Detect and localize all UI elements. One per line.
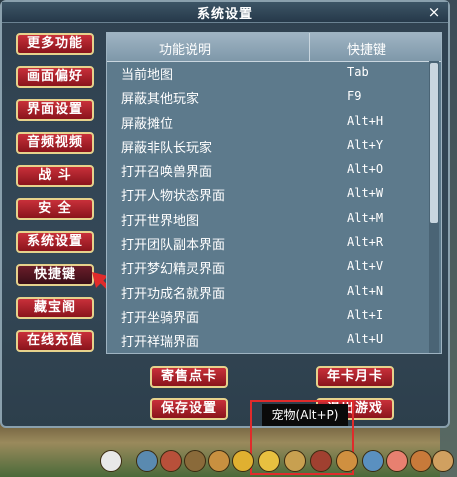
pet-face-icon[interactable]	[100, 450, 122, 472]
table-row[interactable]: 屏蔽其他玩家 F9	[107, 85, 427, 109]
table-row[interactable]: 当前地图 Tab	[107, 61, 427, 85]
sidebar-item-security[interactable]: 安 全	[16, 198, 94, 220]
table-row[interactable]: 打开世界地图 Alt+M	[107, 207, 427, 231]
function-cell: 打开世界地图	[121, 213, 200, 229]
function-cell: 打开坐骑界面	[121, 310, 200, 326]
system-settings-window: 系统设置 × 更多功能 画面偏好 界面设置 音频视频 战 斗 安 全 系统设置 …	[0, 0, 450, 428]
table-row[interactable]: 打开功成名就界面 Alt+N	[107, 280, 427, 304]
sun-icon[interactable]	[232, 450, 254, 472]
close-button[interactable]: ×	[426, 4, 442, 20]
sidebar-item-hotkeys[interactable]: 快捷键	[16, 264, 94, 286]
hotkey-table: 功能说明 快捷键 当前地图 Tab 屏蔽其他玩家 F9 屏蔽摊位 Alt+H 屏蔽非队…	[106, 32, 442, 354]
window-titlebar[interactable]: 系统设置 ×	[2, 2, 448, 23]
sword-icon[interactable]	[136, 450, 158, 472]
hotkey-cell: Alt+H	[347, 113, 384, 128]
function-cell: 打开人物状态界面	[121, 189, 226, 205]
peach-icon[interactable]	[386, 450, 408, 472]
sidebar-item-display-preference[interactable]: 画面偏好	[16, 66, 94, 88]
table-row[interactable]: 打开团队副本界面 Alt+R	[107, 231, 427, 255]
hotkey-cell: Alt+U	[347, 332, 384, 347]
chest-icon[interactable]	[160, 450, 182, 472]
table-row[interactable]: 屏蔽非队长玩家 Alt+Y	[107, 134, 427, 158]
column-header-function: 功能说明	[159, 43, 212, 58]
sidebar-item-system-settings[interactable]: 系统设置	[16, 231, 94, 253]
table-row[interactable]: 打开人物状态界面 Alt+W	[107, 182, 427, 206]
pet-icon[interactable]	[258, 450, 280, 472]
gift-icon[interactable]	[410, 450, 432, 472]
window-title: 系统设置	[196, 7, 253, 22]
hotkey-cell: Alt+N	[347, 283, 384, 298]
sidebar-item-interface-settings[interactable]: 界面设置	[16, 99, 94, 121]
hotbar	[0, 448, 457, 477]
flag-icon[interactable]	[362, 450, 384, 472]
function-cell: 打开团队副本界面	[121, 238, 226, 254]
function-cell: 当前地图	[121, 68, 174, 83]
bell-icon[interactable]	[336, 450, 358, 472]
header-divider	[309, 33, 310, 61]
function-cell: 打开祥瑞界面	[121, 335, 200, 351]
table-scrollbar[interactable]	[429, 61, 439, 353]
save-settings-button[interactable]: 保存设置	[150, 398, 228, 420]
shield-icon[interactable]	[432, 450, 454, 472]
table-row[interactable]: 打开坐骑界面 Alt+I	[107, 304, 427, 328]
hotkey-cell: Alt+I	[347, 307, 384, 322]
hotkey-cell: Alt+O	[347, 162, 384, 177]
hotkey-cell: Alt+Y	[347, 137, 384, 152]
fist-icon[interactable]	[208, 450, 230, 472]
sidebar-item-more-functions[interactable]: 更多功能	[16, 33, 94, 55]
consign-card-button[interactable]: 寄售点卡	[150, 366, 228, 388]
scrollbar-thumb[interactable]	[430, 63, 438, 223]
hotkey-table-header: 功能说明 快捷键	[107, 33, 441, 62]
sidebar-item-online-recharge[interactable]: 在线充值	[16, 330, 94, 352]
sidebar-item-audio-video[interactable]: 音频视频	[16, 132, 94, 154]
function-cell: 打开梦幻精灵界面	[121, 262, 226, 278]
function-cell: 打开功成名就界面	[121, 286, 226, 302]
column-header-hotkey: 快捷键	[347, 43, 387, 58]
hotkey-cell: Alt+M	[347, 210, 384, 225]
annual-card-button[interactable]: 年卡月卡	[316, 366, 394, 388]
hotkey-rows[interactable]: 当前地图 Tab 屏蔽其他玩家 F9 屏蔽摊位 Alt+H 屏蔽非队长玩家 Alt+Y …	[107, 61, 427, 353]
hotkey-cell: Alt+W	[347, 186, 384, 201]
horse-icon[interactable]	[284, 450, 306, 472]
table-row[interactable]: 屏蔽摊位 Alt+H	[107, 110, 427, 134]
function-cell: 屏蔽非队长玩家	[121, 140, 213, 156]
sidebar-item-treasure-pavilion[interactable]: 藏宝阁	[16, 297, 94, 319]
hotkey-cell: F9	[347, 89, 362, 104]
hotkey-cell: Alt+V	[347, 259, 384, 274]
bag-icon[interactable]	[310, 450, 332, 472]
function-cell: 屏蔽其他玩家	[121, 92, 200, 108]
table-row[interactable]: 打开祥瑞界面 Alt+U	[107, 328, 427, 352]
hotkey-cell: Alt+R	[347, 235, 384, 250]
hotkey-cell: Tab	[347, 65, 369, 79]
table-row[interactable]: 打开梦幻精灵界面 Alt+V	[107, 255, 427, 279]
function-cell: 打开召唤兽界面	[121, 165, 213, 181]
sidebar-item-combat[interactable]: 战 斗	[16, 165, 94, 187]
armor-icon[interactable]	[184, 450, 206, 472]
function-cell: 屏蔽摊位	[121, 116, 174, 132]
table-row[interactable]: 打开召唤兽界面 Alt+O	[107, 158, 427, 182]
